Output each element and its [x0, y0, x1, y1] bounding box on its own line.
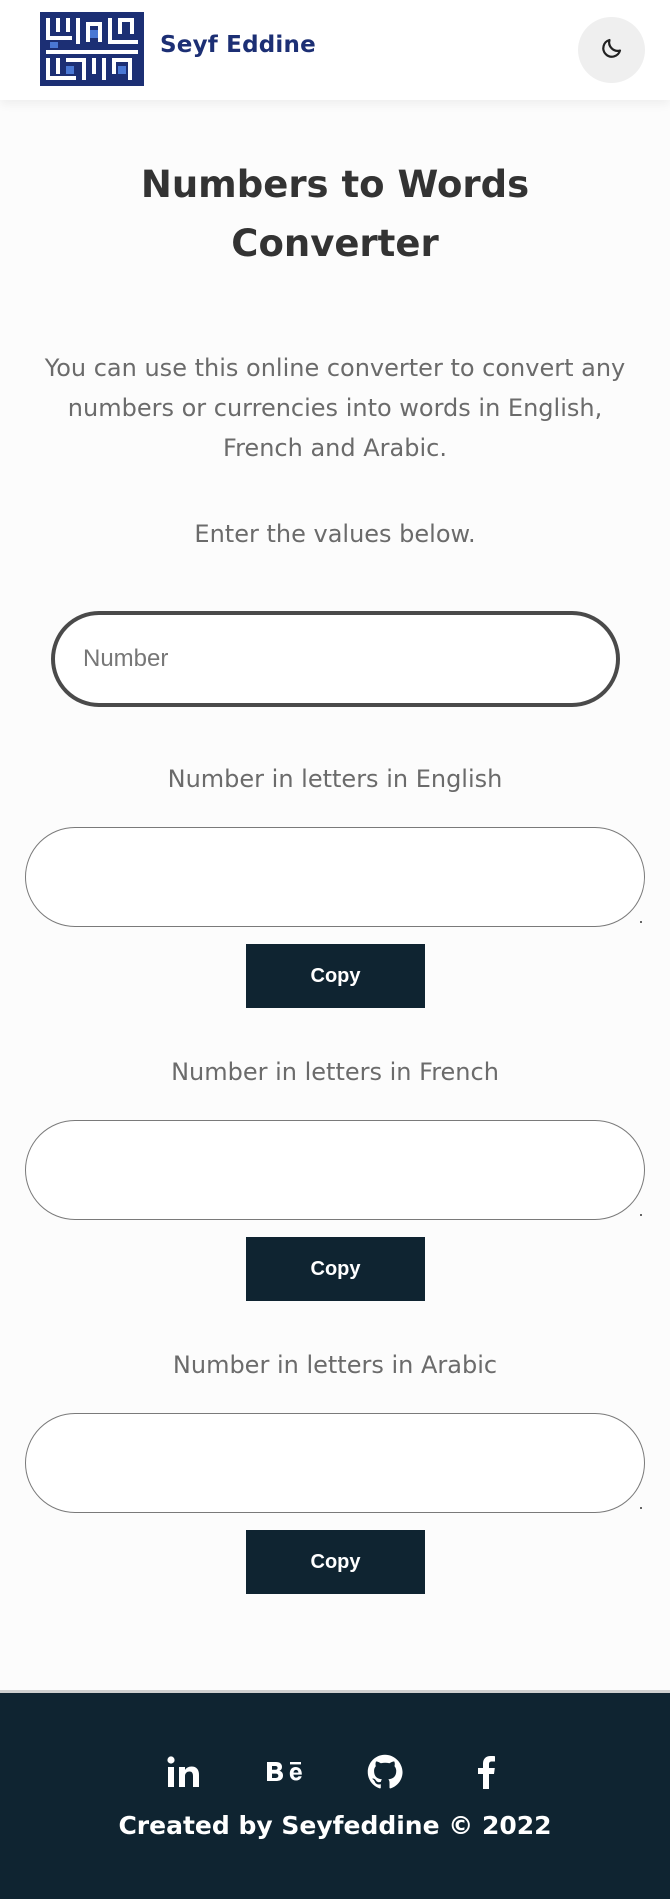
header: Seyf Eddine	[0, 0, 670, 100]
page-title-line-2: Converter	[231, 222, 439, 265]
number-input[interactable]	[51, 611, 620, 707]
seyf-eddine-logo[interactable]	[40, 12, 144, 86]
footer-credit: Created by Seyfeddine © 2022	[118, 1811, 552, 1840]
copy-french-button[interactable]: Copy	[246, 1237, 425, 1301]
arabic-label: Number in letters in Arabic	[172, 1351, 498, 1379]
arabic-output[interactable]	[25, 1413, 645, 1513]
github-icon[interactable]	[365, 1752, 405, 1792]
english-label: Number in letters in English	[167, 765, 503, 793]
page-description: You can use this online converter to con…	[44, 354, 626, 462]
behance-icon[interactable]	[265, 1752, 305, 1792]
arabic-resize-handle[interactable]	[640, 1507, 642, 1509]
page-title: Numbers to Words Converter	[0, 155, 670, 273]
copy-english-button[interactable]: Copy	[246, 944, 425, 1008]
footer	[0, 1693, 670, 1899]
theme-toggle-button[interactable]	[578, 17, 645, 83]
moon-icon	[600, 36, 624, 64]
french-output[interactable]	[25, 1120, 645, 1220]
linkedin-icon[interactable]	[164, 1752, 204, 1792]
english-resize-handle[interactable]	[640, 921, 642, 923]
french-label: Number in letters in French	[171, 1058, 499, 1086]
brand-name[interactable]: Seyf Eddine	[160, 32, 316, 58]
english-output[interactable]	[25, 827, 645, 927]
facebook-icon[interactable]	[466, 1752, 506, 1792]
page-title-line-1: Numbers to Words	[140, 163, 530, 206]
instruction-text: Enter the values below.	[194, 520, 476, 548]
copy-arabic-button[interactable]: Copy	[246, 1530, 425, 1594]
french-resize-handle[interactable]	[640, 1214, 642, 1216]
